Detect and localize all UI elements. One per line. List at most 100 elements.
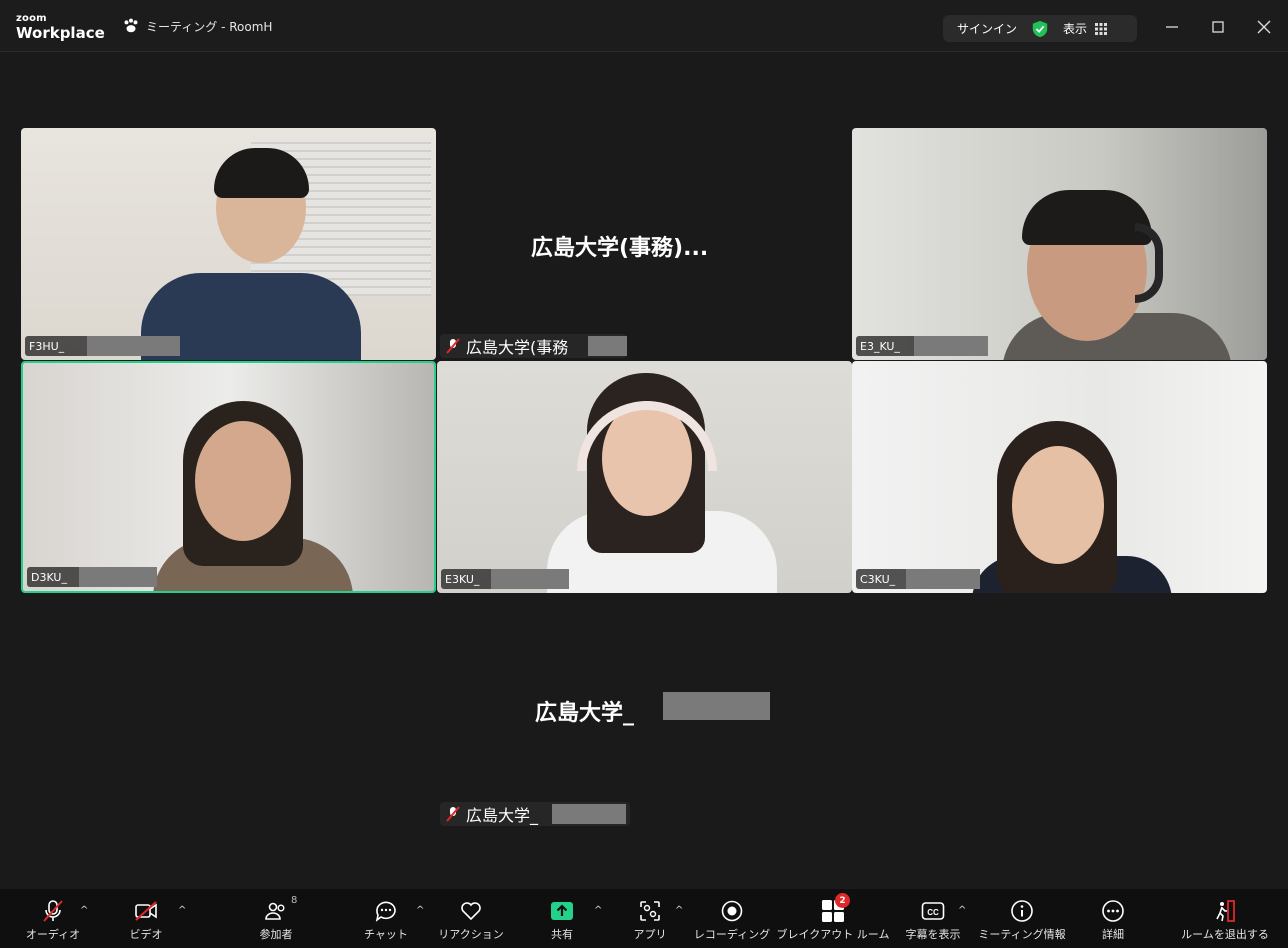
audio-label: オーディオ <box>25 928 81 941</box>
participant-name: 広島大学(事務 <box>466 338 569 357</box>
grid-view-icon[interactable] <box>1095 22 1108 35</box>
participant-nameplate: C3KU_ <box>856 569 980 589</box>
participants-button[interactable]: 8 参加者 <box>252 889 300 948</box>
share-options-caret[interactable]: ^ <box>594 905 602 916</box>
share-label: 共有 <box>551 928 573 941</box>
chat-button[interactable]: チャット <box>362 889 410 948</box>
minimize-icon <box>1166 26 1178 28</box>
participant-name: F3HU_ <box>29 339 65 353</box>
view-button[interactable]: 表示 <box>1063 20 1087 37</box>
svg-text:CC: CC <box>927 908 939 917</box>
participant-name: E3_KU_ <box>860 339 900 353</box>
video-label: ビデオ <box>129 928 163 941</box>
paw-icon <box>124 18 138 33</box>
leave-room-button[interactable]: ルームを退出する <box>1176 889 1274 948</box>
maximize-icon <box>1212 21 1224 33</box>
redaction-block <box>79 567 157 587</box>
mic-muted-icon <box>446 806 460 822</box>
breakout-rooms-label: ブレイクアウト ルーム <box>776 928 890 941</box>
person-head <box>1012 446 1104 564</box>
info-icon <box>1011 900 1033 922</box>
meeting-toolbar: オーディオ ^ ビデオ ^ 8 参加者 チャット ^ リアクション 共有 ^ ア… <box>0 889 1288 948</box>
redaction-block <box>663 692 770 720</box>
redaction-block <box>87 336 180 356</box>
more-label: 詳細 <box>1102 928 1124 941</box>
zoom-workplace-logo: zoom Workplace <box>16 14 105 41</box>
security-shield-icon[interactable] <box>1031 20 1049 38</box>
title-bar: zoom Workplace ミーティング - RoomH サインイン 表示 <box>0 0 1288 52</box>
logo-zoom-text: zoom <box>16 13 47 24</box>
audio-button[interactable]: オーディオ <box>22 889 84 948</box>
redaction-block <box>552 804 626 824</box>
participant-nameplate: 広島大学_ <box>440 802 630 826</box>
video-off-icon <box>135 901 157 921</box>
participant-name: C3KU_ <box>860 572 896 586</box>
reactions-label: リアクション <box>438 928 504 941</box>
maximize-button[interactable] <box>1208 17 1228 37</box>
captions-button[interactable]: CC 字幕を表示 <box>900 889 966 948</box>
minimize-button[interactable] <box>1162 17 1182 37</box>
participant-nameplate: F3HU_ <box>25 336 180 356</box>
video-tile-e3-ku[interactable]: E3_KU_ <box>852 128 1267 360</box>
meeting-info-button[interactable]: ミーティング情報 <box>978 889 1066 948</box>
meeting-info-label: ミーティング情報 <box>978 928 1066 941</box>
participant-name: E3KU_ <box>445 572 480 586</box>
participant-nameplate: 広島大学(事務 <box>440 334 627 358</box>
redaction-block <box>906 569 980 589</box>
reactions-button[interactable]: リアクション <box>438 889 504 948</box>
captions-label: 字幕を表示 <box>905 928 961 941</box>
video-tile-f3hu[interactable]: F3HU_ <box>21 128 436 360</box>
video-tile-c3ku[interactable]: C3KU_ <box>852 361 1267 593</box>
video-tile-d3ku[interactable]: D3KU_ <box>21 361 436 593</box>
participants-icon <box>265 902 285 920</box>
video-options-caret[interactable]: ^ <box>178 905 186 916</box>
participants-label: 参加者 <box>259 928 293 941</box>
recording-label: レコーディング <box>693 928 771 941</box>
share-screen-icon <box>551 902 573 920</box>
signin-area: サインイン 表示 <box>943 15 1137 42</box>
mic-muted-icon <box>43 900 63 922</box>
person-hair <box>1022 190 1152 245</box>
video-tile-e3ku[interactable]: E3KU_ <box>437 361 852 593</box>
apps-icon <box>640 901 660 921</box>
participants-count: 8 <box>291 895 298 906</box>
apps-button[interactable]: アプリ <box>626 889 674 948</box>
leave-room-label: ルームを退出する <box>1181 928 1269 941</box>
captions-options-caret[interactable]: ^ <box>958 905 966 916</box>
signin-button[interactable]: サインイン <box>957 20 1017 37</box>
audio-tile-office[interactable]: 広島大学(事務)... 広島大学(事務 <box>437 128 852 360</box>
breakout-rooms-button[interactable]: 2 ブレイクアウト ルーム <box>777 889 889 948</box>
participant-nameplate: E3KU_ <box>441 569 569 589</box>
meeting-title-text: ミーティング - RoomH <box>146 19 273 34</box>
heart-icon <box>461 902 481 921</box>
chat-icon <box>375 901 396 922</box>
audio-tile-second[interactable]: 広島大学_ 広島大学_ <box>437 597 852 833</box>
participant-display-name: 広島大学_ <box>535 701 635 726</box>
leave-room-icon <box>1216 900 1235 922</box>
video-button[interactable]: ビデオ <box>122 889 170 948</box>
participant-nameplate: D3KU_ <box>27 567 157 587</box>
participant-nameplate: E3_KU_ <box>856 336 988 356</box>
recording-button[interactable]: レコーディング <box>693 889 771 948</box>
share-button[interactable]: 共有 <box>538 889 586 948</box>
apps-label: アプリ <box>633 928 667 941</box>
record-icon <box>721 900 743 922</box>
redaction-block <box>588 336 627 356</box>
meeting-title: ミーティング - RoomH <box>122 17 272 35</box>
closed-captions-icon: CC <box>921 902 945 920</box>
chat-options-caret[interactable]: ^ <box>416 905 424 916</box>
more-icon <box>1102 900 1124 922</box>
redaction-block <box>491 569 569 589</box>
apps-options-caret[interactable]: ^ <box>675 905 683 916</box>
logo-workplace-text: Workplace <box>16 24 105 42</box>
participant-name: D3KU_ <box>31 570 67 584</box>
audio-options-caret[interactable]: ^ <box>80 905 88 916</box>
mic-muted-icon <box>446 338 460 354</box>
participant-display-name: 広島大学(事務)... <box>531 236 709 261</box>
redaction-block <box>914 336 988 356</box>
more-button[interactable]: 詳細 <box>1090 889 1136 948</box>
close-icon <box>1257 20 1271 34</box>
close-button[interactable] <box>1254 17 1274 37</box>
chat-label: チャット <box>364 928 408 941</box>
video-gallery: F3HU_ 広島大学(事務)... 広島大学(事務 E3_KU_ D3KU_ E… <box>0 53 1288 889</box>
